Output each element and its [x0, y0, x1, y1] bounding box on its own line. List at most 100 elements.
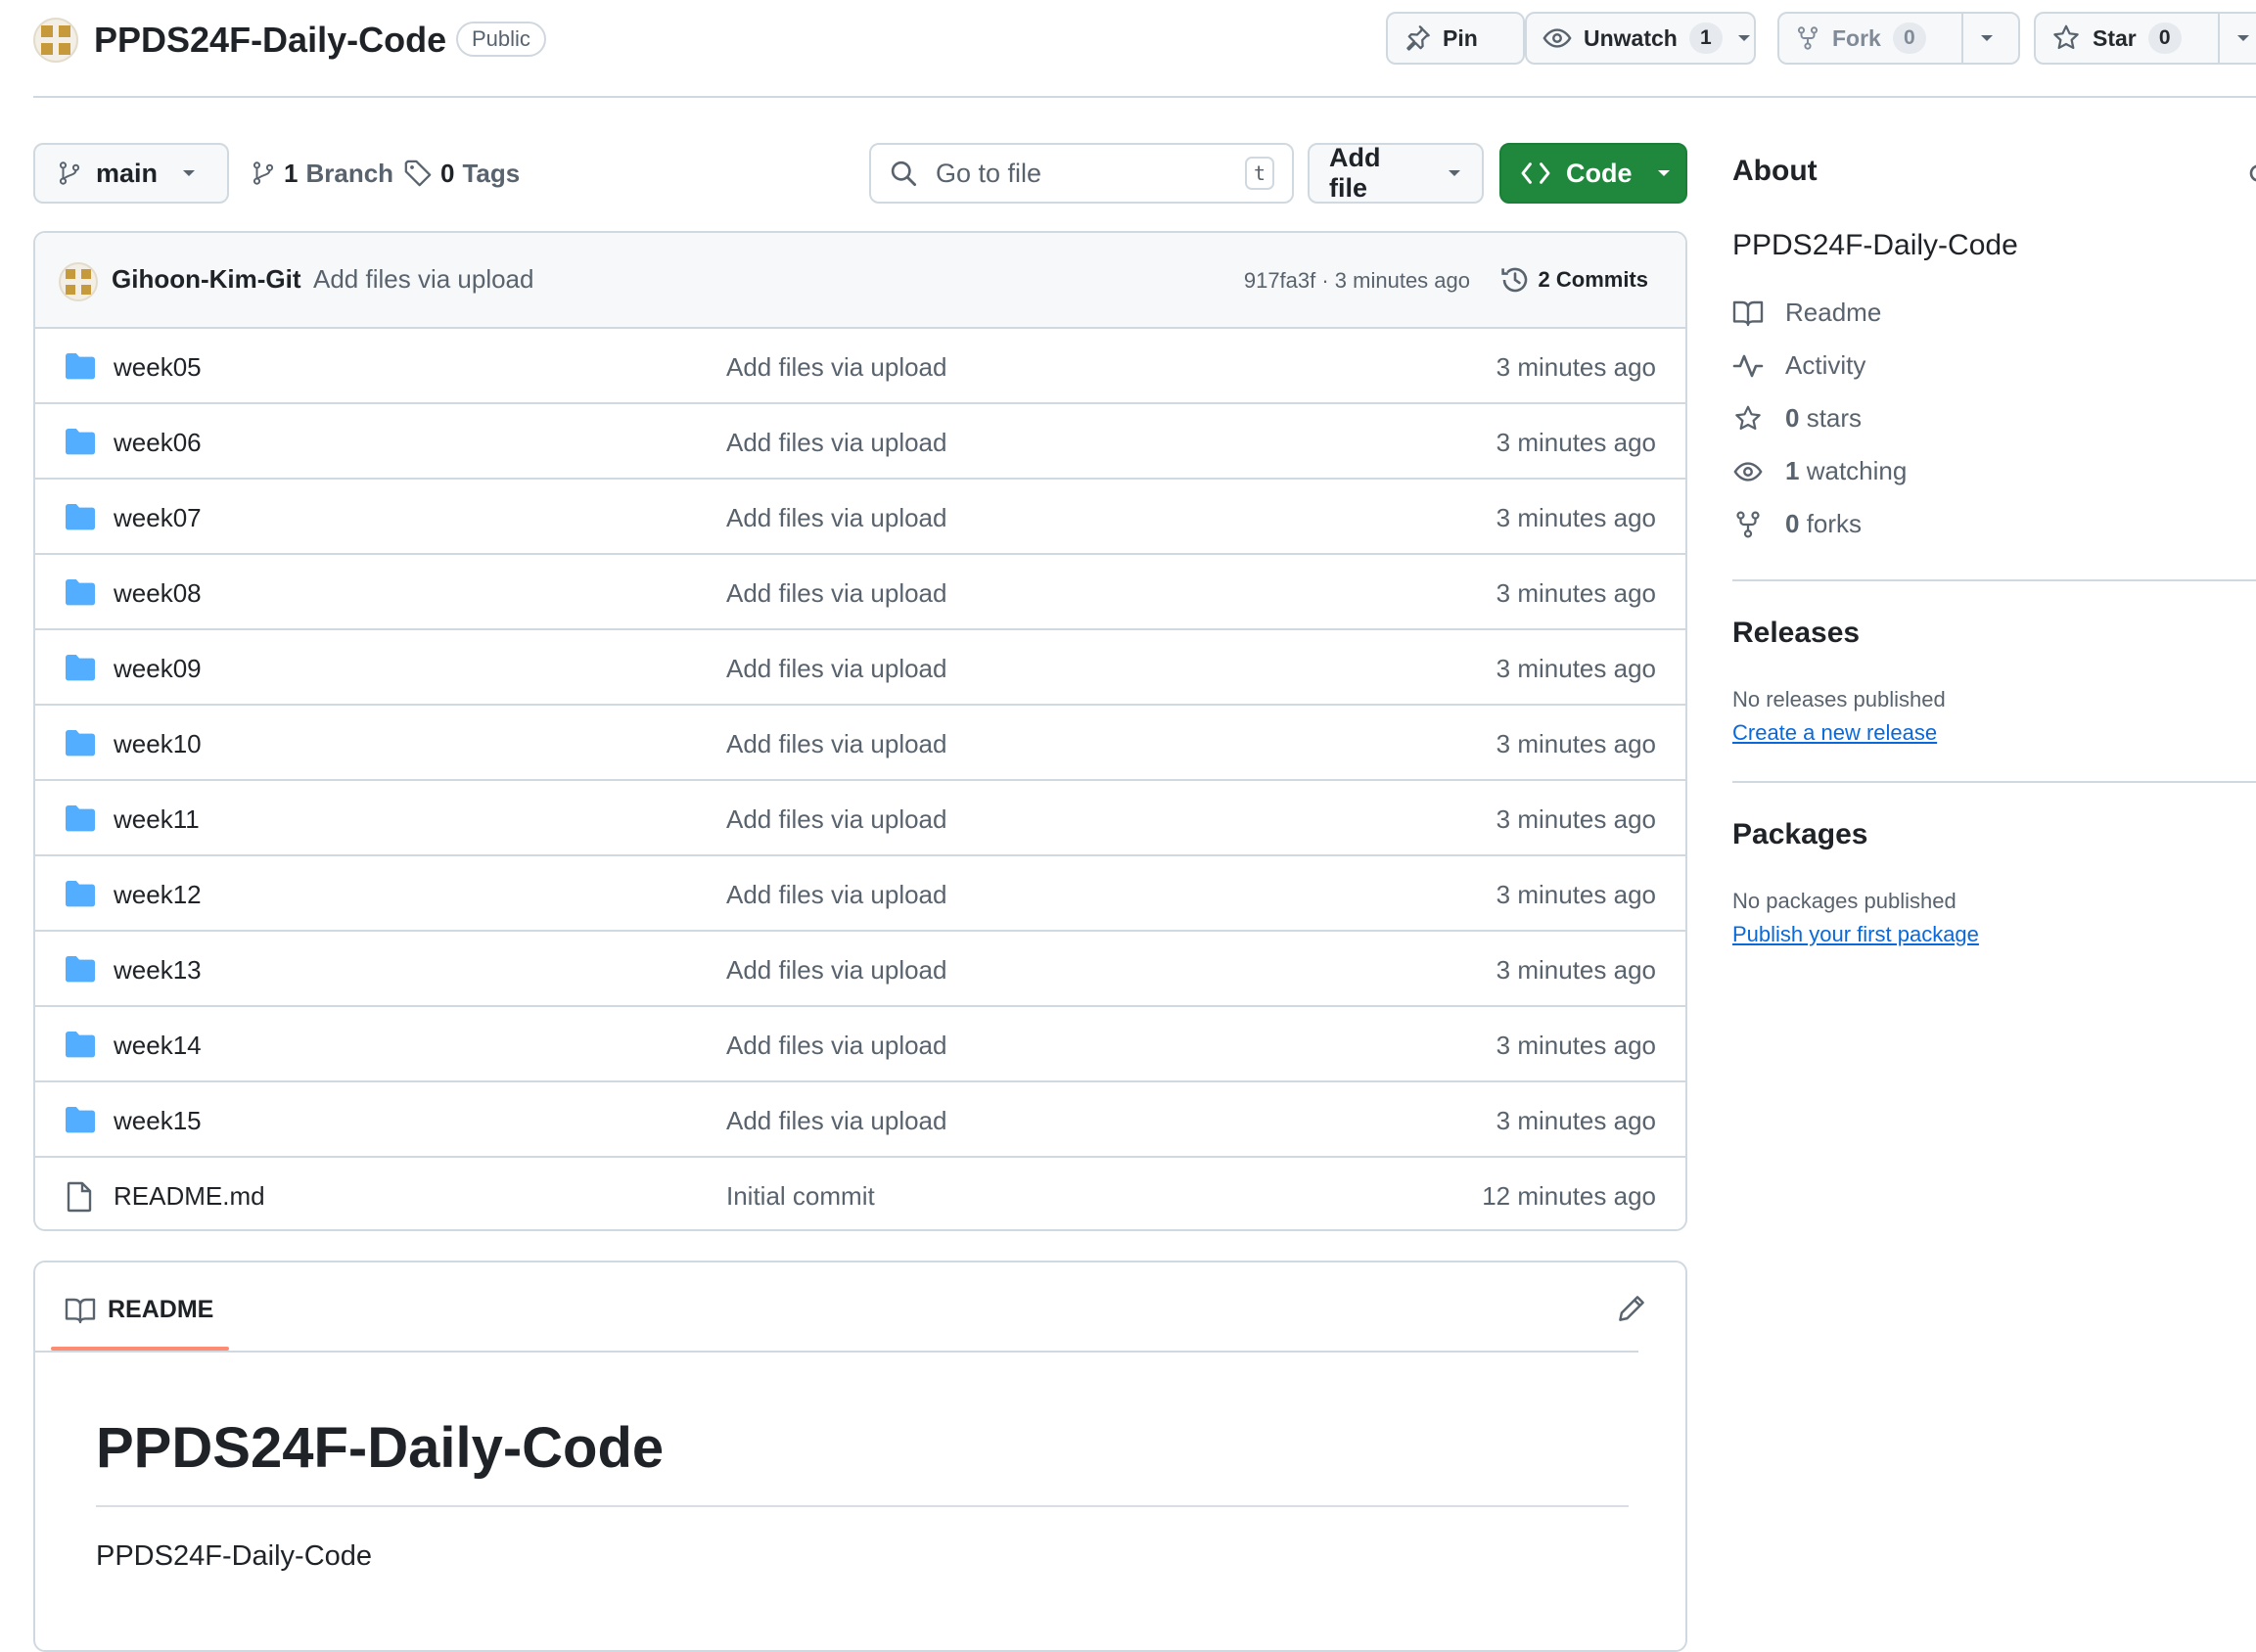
file-commit-age: 3 minutes ago	[1496, 428, 1656, 457]
sidebar-divider	[1732, 781, 2256, 783]
file-row[interactable]: week11 Add files via upload 3 minutes ago	[35, 781, 1685, 856]
file-name-link[interactable]: week09	[114, 654, 202, 684]
publish-package-link[interactable]: Publish your first package	[1732, 922, 1979, 947]
go-to-file-input[interactable]: Go to file t	[869, 143, 1294, 204]
file-commit-message-link[interactable]: Add files via upload	[726, 578, 946, 609]
watching-label: watching	[1806, 456, 1908, 485]
caret-down-icon	[1736, 33, 1752, 43]
file-name-link[interactable]: week12	[114, 880, 202, 910]
branch-name: main	[96, 158, 159, 188]
file-commit-message-link[interactable]: Add files via upload	[726, 804, 946, 835]
file-row[interactable]: week05 Add files via upload 3 minutes ago	[35, 329, 1685, 404]
file-name-link[interactable]: week11	[114, 804, 200, 835]
file-commit-message-link[interactable]: Add files via upload	[726, 503, 946, 533]
file-commit-message-link[interactable]: Add files via upload	[726, 352, 946, 383]
file-commit-age: 3 minutes ago	[1496, 729, 1656, 758]
pin-button[interactable]: Pin	[1386, 12, 1525, 65]
search-icon	[889, 159, 918, 188]
commit-author-avatar[interactable]	[59, 262, 98, 301]
edit-readme-button[interactable]	[1617, 1294, 1646, 1323]
fork-counter: 0	[1892, 23, 1926, 54]
star-button[interactable]: Star 0	[2034, 12, 2256, 65]
fork-icon	[1732, 510, 1764, 539]
watch-dropdown-toggle[interactable]	[1732, 14, 1766, 63]
unwatch-button[interactable]: Unwatch 1	[1525, 12, 1756, 65]
watching-count: 1	[1785, 456, 1800, 485]
readme-link[interactable]: Readme	[1732, 298, 1881, 328]
branches-link[interactable]: 1 Branch	[251, 151, 393, 196]
file-icon	[65, 1181, 94, 1213]
commit-hash-time[interactable]: 917fa3f · 3 minutes ago	[1244, 268, 1470, 294]
history-icon	[1499, 264, 1531, 296]
file-row[interactable]: week09 Add files via upload 3 minutes ago	[35, 630, 1685, 706]
file-commit-message-link[interactable]: Add files via upload	[726, 729, 946, 759]
file-commit-message-link[interactable]: Add files via upload	[726, 880, 946, 910]
file-commit-age: 3 minutes ago	[1496, 804, 1656, 834]
watchers-link[interactable]: 1 watching	[1732, 456, 1907, 486]
activity-link[interactable]: Activity	[1732, 350, 1865, 381]
file-table: Gihoon-Kim-Git Add files via upload 917f…	[33, 231, 1687, 1231]
file-name-link[interactable]: week08	[114, 578, 202, 609]
forks-link[interactable]: 0 forks	[1732, 509, 1862, 539]
folder-icon	[65, 1106, 96, 1133]
releases-heading[interactable]: Releases	[1732, 617, 1860, 650]
fork-button[interactable]: Fork 0	[1777, 12, 2020, 65]
file-row[interactable]: week13 Add files via upload 3 minutes ago	[35, 932, 1685, 1007]
pulse-icon	[1732, 352, 1764, 380]
shortcut-hint: t	[1245, 157, 1274, 190]
visibility-badge: Public	[456, 22, 546, 57]
create-release-link[interactable]: Create a new release	[1732, 720, 1937, 746]
file-name-link[interactable]: README.md	[114, 1181, 265, 1212]
file-commit-message-link[interactable]: Add files via upload	[726, 955, 946, 986]
file-row[interactable]: week10 Add files via upload 3 minutes ago	[35, 706, 1685, 781]
file-commit-message-link[interactable]: Add files via upload	[726, 428, 946, 458]
folder-icon	[65, 804, 96, 832]
fork-label: Fork	[1832, 24, 1881, 51]
folder-icon	[65, 503, 96, 530]
file-name-link[interactable]: week15	[114, 1106, 202, 1136]
caret-down-icon	[1447, 168, 1462, 178]
file-row[interactable]: week15 Add files via upload 3 minutes ago	[35, 1082, 1685, 1158]
add-file-button[interactable]: Add file	[1308, 143, 1484, 204]
owner-avatar[interactable]	[33, 18, 78, 63]
file-commit-age: 3 minutes ago	[1496, 503, 1656, 532]
file-row[interactable]: week06 Add files via upload 3 minutes ago	[35, 404, 1685, 480]
file-commit-message-link[interactable]: Add files via upload	[726, 654, 946, 684]
stars-link[interactable]: 0 stars	[1732, 403, 1862, 434]
file-row[interactable]: week07 Add files via upload 3 minutes ago	[35, 480, 1685, 555]
file-row[interactable]: README.md Initial commit 12 minutes ago	[35, 1158, 1685, 1229]
repo-name-link[interactable]: PPDS24F-Daily-Code	[94, 18, 446, 63]
file-row[interactable]: week08 Add files via upload 3 minutes ago	[35, 555, 1685, 630]
packages-heading[interactable]: Packages	[1732, 818, 1867, 851]
file-name-link[interactable]: week14	[114, 1031, 202, 1061]
file-commit-message-link[interactable]: Initial commit	[726, 1181, 875, 1212]
file-commit-message-link[interactable]: Add files via upload	[726, 1031, 946, 1061]
commits-history-link[interactable]: 2 Commits	[1499, 264, 1648, 296]
code-button[interactable]: Code	[1499, 143, 1687, 204]
commit-author-link[interactable]: Gihoon-Kim-Git	[112, 264, 301, 295]
caret-down-icon	[2235, 33, 2251, 43]
folder-icon	[65, 1031, 96, 1058]
file-name-link[interactable]: week10	[114, 729, 202, 759]
branch-selector[interactable]: main	[33, 143, 229, 204]
file-name-link[interactable]: week07	[114, 503, 202, 533]
file-row[interactable]: week12 Add files via upload 3 minutes ago	[35, 856, 1685, 932]
repo-header: PPDS24F-Daily-Code Public Pin Unwatch 1	[0, 0, 2256, 98]
commit-message-link[interactable]: Add files via upload	[313, 264, 533, 295]
file-name-link[interactable]: week13	[114, 955, 202, 986]
file-name-link[interactable]: week06	[114, 428, 202, 458]
about-settings-gear-icon[interactable]	[2241, 159, 2256, 188]
star-dropdown-toggle[interactable]	[2218, 14, 2256, 63]
packages-note: No packages published	[1732, 889, 1957, 913]
branch-icon	[57, 159, 82, 188]
file-commit-message-link[interactable]: Add files via upload	[726, 1106, 946, 1136]
readme-heading-divider	[96, 1505, 1629, 1507]
tags-link[interactable]: 0 Tags	[403, 151, 520, 196]
forks-count: 0	[1785, 509, 1800, 538]
branches-label: Branch	[305, 158, 394, 188]
file-name-link[interactable]: week05	[114, 352, 202, 383]
fork-dropdown-toggle[interactable]	[1961, 14, 2010, 63]
readme-tab[interactable]: README	[65, 1296, 213, 1324]
file-row[interactable]: week14 Add files via upload 3 minutes ago	[35, 1007, 1685, 1082]
folder-icon	[65, 654, 96, 681]
